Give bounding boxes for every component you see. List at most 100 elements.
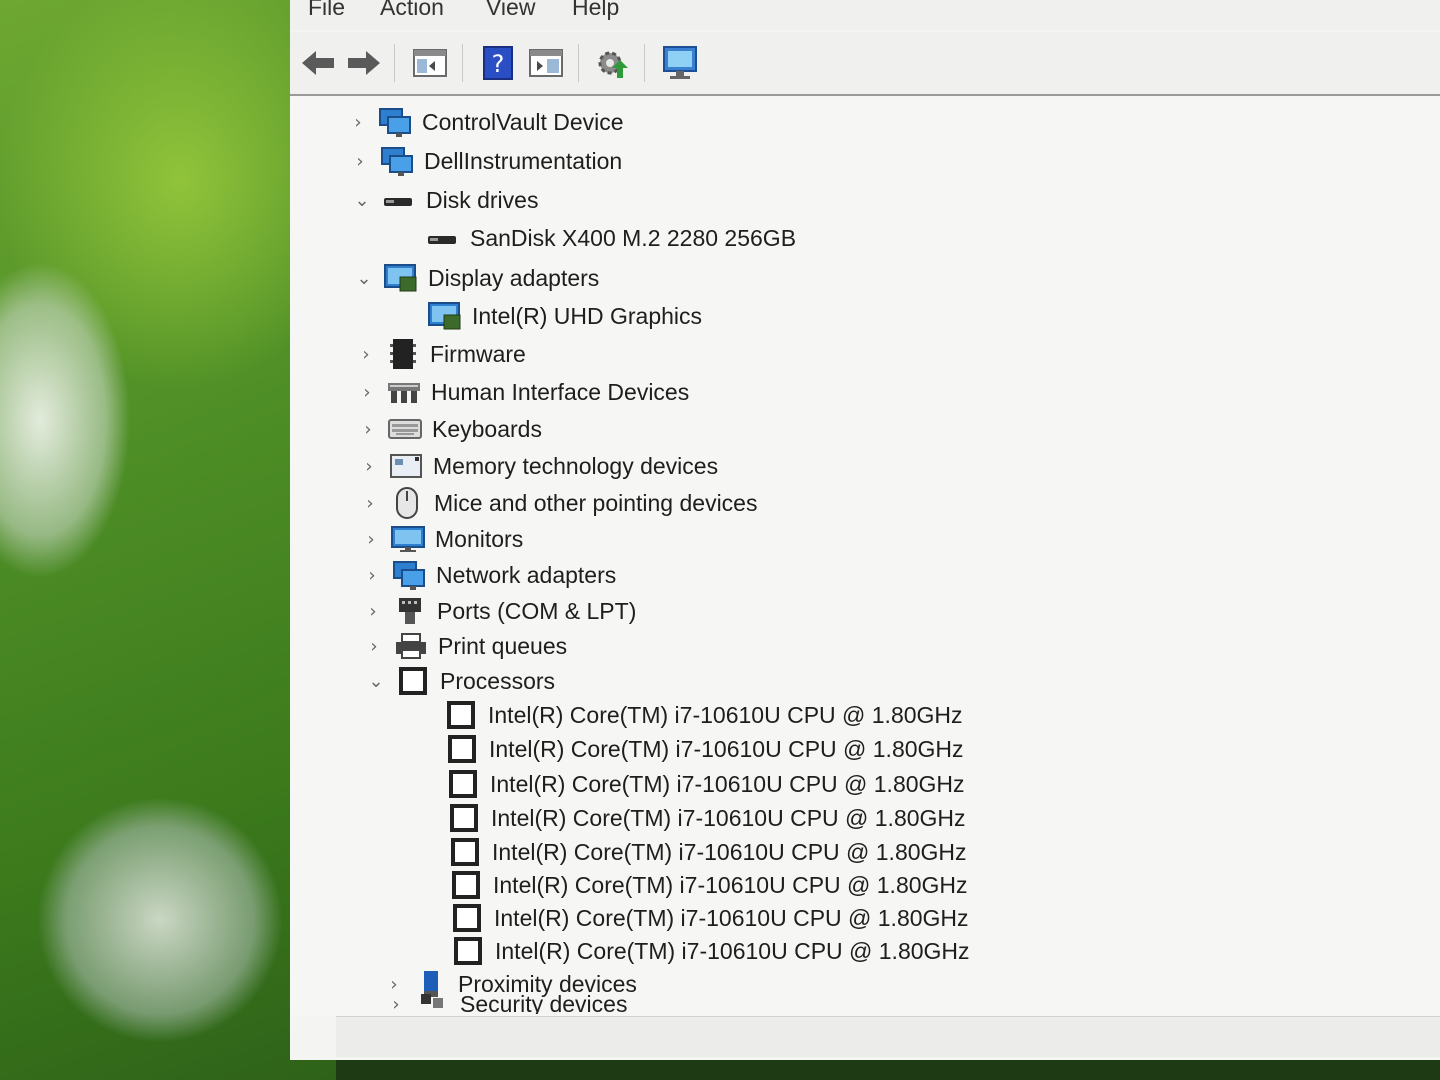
- tree-node-mice[interactable]: › Mice and other pointing devices: [360, 485, 757, 521]
- processor-icon: [447, 802, 481, 834]
- expand-chevron[interactable]: ›: [350, 151, 370, 172]
- mouse-icon: [390, 487, 424, 519]
- collapse-chevron[interactable]: ⌄: [366, 671, 386, 692]
- toolbar-separator: [644, 44, 645, 82]
- tree-node-controlvault[interactable]: › ControlVault Device: [348, 104, 624, 140]
- tree-item-processor[interactable]: Intel(R) Core(TM) i7-10610U CPU @ 1.80GH…: [450, 900, 969, 936]
- tree-item-processor[interactable]: Intel(R) Core(TM) i7-10610U CPU @ 1.80GH…: [445, 731, 964, 767]
- show-hide-console-tree-button[interactable]: [410, 44, 450, 82]
- tree-label: Mice and other pointing devices: [434, 489, 758, 516]
- memory-device-icon: [389, 450, 423, 482]
- tree-label: Processors: [440, 667, 556, 694]
- processor-icon: [449, 869, 483, 901]
- tree-label: Firmware: [430, 340, 526, 367]
- expand-chevron[interactable]: ›: [363, 601, 383, 622]
- tree-label: Intel(R) Core(TM) i7-10610U CPU @ 1.80GH…: [492, 838, 967, 865]
- tree-label: DellInstrumentation: [424, 147, 623, 174]
- expand-chevron[interactable]: ›: [357, 382, 377, 403]
- network-adapter-icon: [392, 559, 426, 591]
- tree-label: Security devices: [460, 994, 628, 1014]
- tree-label: Intel(R) Core(TM) i7-10610U CPU @ 1.80GH…: [488, 701, 963, 728]
- disk-drive-icon: [382, 184, 416, 216]
- disk-drive-icon: [426, 222, 460, 254]
- toolbar-separator: [578, 44, 579, 82]
- properties-button[interactable]: [526, 44, 566, 82]
- collapse-chevron[interactable]: ⌄: [354, 268, 374, 289]
- expand-chevron[interactable]: ›: [348, 112, 368, 133]
- tree-label: Intel(R) UHD Graphics: [472, 302, 703, 329]
- tree-label: ControlVault Device: [422, 108, 624, 135]
- collapse-chevron[interactable]: ⌄: [352, 190, 372, 211]
- tree-label: Monitors: [435, 525, 524, 552]
- svg-text:?: ?: [492, 50, 505, 78]
- update-driver-button[interactable]: [592, 44, 632, 82]
- printer-icon: [394, 630, 428, 662]
- tree-label: Intel(R) Core(TM) i7-10610U CPU @ 1.80GH…: [489, 735, 964, 762]
- toolbar-separator: [462, 44, 463, 82]
- tree-item-display-adapter[interactable]: Intel(R) UHD Graphics: [428, 298, 702, 334]
- scan-hardware-icon: [663, 46, 697, 79]
- forward-button[interactable]: [344, 44, 384, 82]
- expand-chevron[interactable]: ›: [358, 419, 378, 440]
- tree-item-processor[interactable]: Intel(R) Core(TM) i7-10610U CPU @ 1.80GH…: [451, 933, 970, 969]
- tree-node-print-queues[interactable]: › Print queues: [364, 628, 567, 664]
- scan-hardware-button[interactable]: [658, 44, 702, 82]
- tree-item-processor[interactable]: Intel(R) Core(TM) i7-10610U CPU @ 1.80GH…: [448, 834, 967, 870]
- status-bar: [336, 1016, 1440, 1057]
- tree-label: Memory technology devices: [433, 452, 719, 479]
- update-driver-icon: [598, 51, 628, 78]
- tree-item-processor[interactable]: Intel(R) Core(TM) i7-10610U CPU @ 1.80GH…: [446, 766, 965, 802]
- tree-node-keyboards[interactable]: › Keyboards: [358, 411, 542, 447]
- tree-node-disk-drives[interactable]: ⌄ Disk drives: [352, 182, 538, 218]
- tree-node-firmware[interactable]: › Firmware: [356, 336, 526, 372]
- network-device-icon: [378, 106, 412, 138]
- tree-label: Print queues: [438, 632, 568, 659]
- expand-chevron[interactable]: ›: [360, 493, 380, 514]
- menu-view[interactable]: View: [486, 0, 535, 21]
- port-icon: [393, 595, 427, 627]
- tree-label: Intel(R) Core(TM) i7-10610U CPU @ 1.80GH…: [494, 904, 969, 931]
- processor-icon: [444, 699, 478, 731]
- display-adapter-icon: [384, 262, 418, 294]
- tree-label: SanDisk X400 M.2 2280 256GB: [470, 224, 797, 251]
- tree-node-security-devices[interactable]: › Security devices: [386, 994, 627, 1014]
- menu-file[interactable]: File: [308, 0, 345, 21]
- menu-action[interactable]: Action: [380, 0, 444, 21]
- expand-chevron[interactable]: ›: [361, 529, 381, 550]
- tree-label: Intel(R) Core(TM) i7-10610U CPU @ 1.80GH…: [493, 871, 968, 898]
- expand-chevron[interactable]: ›: [364, 636, 384, 657]
- tree-node-display-adapters[interactable]: ⌄ Display adapters: [354, 260, 599, 296]
- processor-icon: [396, 665, 430, 697]
- device-tree: › ControlVault Device › DellInstrumentat…: [290, 96, 1440, 1016]
- help-button[interactable]: ?: [478, 44, 518, 82]
- tree-item-disk-drive[interactable]: SanDisk X400 M.2 2280 256GB: [426, 220, 796, 256]
- tree-item-processor[interactable]: Intel(R) Core(TM) i7-10610U CPU @ 1.80GH…: [444, 697, 963, 733]
- tree-label: Intel(R) Core(TM) i7-10610U CPU @ 1.80GH…: [490, 770, 965, 797]
- hid-icon: [387, 376, 421, 408]
- tree-node-network-adapters[interactable]: › Network adapters: [362, 557, 616, 593]
- tree-label: Human Interface Devices: [431, 378, 690, 405]
- tree-node-memory-technology-devices[interactable]: › Memory technology devices: [359, 448, 718, 484]
- back-icon: [302, 51, 334, 75]
- tree-node-monitors[interactable]: › Monitors: [361, 521, 523, 557]
- tree-label: Intel(R) Core(TM) i7-10610U CPU @ 1.80GH…: [495, 937, 970, 964]
- display-adapter-icon: [428, 300, 462, 332]
- tree-item-processor[interactable]: Intel(R) Core(TM) i7-10610U CPU @ 1.80GH…: [449, 867, 968, 903]
- menu-help[interactable]: Help: [572, 0, 619, 21]
- menu-bar: File Action View Help: [290, 0, 1440, 30]
- tree-node-processors[interactable]: ⌄ Processors: [366, 663, 555, 699]
- firmware-icon: [386, 338, 420, 370]
- device-manager-window: File Action View Help ? › ControlVault D…: [290, 0, 1440, 1060]
- expand-chevron[interactable]: ›: [386, 994, 406, 1014]
- expand-chevron[interactable]: ›: [359, 456, 379, 477]
- back-button[interactable]: [298, 44, 338, 82]
- expand-chevron[interactable]: ›: [384, 974, 404, 995]
- processor-icon: [445, 733, 479, 765]
- tree-node-ports[interactable]: › Ports (COM & LPT): [363, 593, 636, 629]
- toolbar: ?: [290, 32, 1440, 96]
- expand-chevron[interactable]: ›: [362, 565, 382, 586]
- tree-item-processor[interactable]: Intel(R) Core(TM) i7-10610U CPU @ 1.80GH…: [447, 800, 966, 836]
- tree-node-human-interface-devices[interactable]: › Human Interface Devices: [357, 374, 689, 410]
- tree-node-dellinstrumentation[interactable]: › DellInstrumentation: [350, 143, 622, 179]
- expand-chevron[interactable]: ›: [356, 344, 376, 365]
